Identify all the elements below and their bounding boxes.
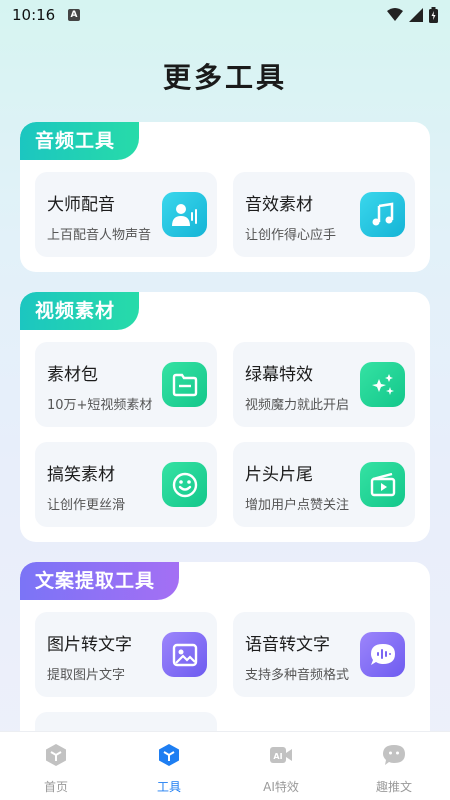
voice-person-icon <box>162 192 207 237</box>
tab-tools[interactable]: 工具 <box>113 732 225 800</box>
card-desc: 10万+短视频素材 <box>47 398 153 413</box>
card-desc: 提取图片文字 <box>47 668 126 683</box>
tool-card-master-dubbing[interactable]: 大师配音 上百配音人物声音 <box>35 172 217 257</box>
tab-label: 趣推文 <box>375 780 412 794</box>
section-title: 音频工具 <box>20 122 140 160</box>
card-desc: 让创作更丝滑 <box>47 498 126 513</box>
status-icons <box>387 7 438 23</box>
section-video-materials: 视频素材 素材包 10万+短视频素材 绿幕特效 视频魔力就此开启 搞笑素材 让创… <box>20 292 430 542</box>
status-time: 10:16 <box>12 6 56 24</box>
tool-card-green-screen[interactable]: 绿幕特效 视频魔力就此开启 <box>233 342 415 427</box>
signal-icon <box>409 8 423 22</box>
ai-camera-icon: AI <box>270 747 292 763</box>
tab-ai-effects[interactable]: AI AI特效 <box>225 732 337 800</box>
tool-card-image-to-text[interactable]: 图片转文字 提取图片文字 <box>35 612 217 697</box>
tool-card-material-pack[interactable]: 素材包 10万+短视频素材 <box>35 342 217 427</box>
card-desc: 视频魔力就此开启 <box>245 398 350 413</box>
card-desc: 上百配音人物声音 <box>47 228 152 243</box>
tab-label: 工具 <box>156 780 181 794</box>
tab-label: AI特效 <box>263 780 299 794</box>
tool-card-voice-to-text[interactable]: 语音转文字 支持多种音频格式 <box>233 612 415 697</box>
chat-face-icon <box>383 745 405 765</box>
card-title: 图片转文字 <box>47 635 132 655</box>
page-title: 更多工具 <box>162 61 287 94</box>
tool-card-intro-outro[interactable]: 片头片尾 增加用户点赞关注 <box>233 442 415 527</box>
card-title: 素材包 <box>47 365 98 385</box>
tab-home[interactable]: 首页 <box>0 732 112 800</box>
tool-card-sound-effects[interactable]: 音效素材 让创作得心应手 <box>233 172 415 257</box>
tab-fun-posts[interactable]: 趣推文 <box>338 732 450 800</box>
home-cube-icon <box>46 744 66 766</box>
folder-icon <box>162 362 207 407</box>
card-title: 搞笑素材 <box>47 465 115 485</box>
section-audio-tools: 音频工具 大师配音 上百配音人物声音 音效素材 让创作得心应手 <box>20 122 430 272</box>
card-title: 音效素材 <box>245 195 313 215</box>
tab-label: 首页 <box>43 780 68 794</box>
card-title: 大师配音 <box>47 195 115 215</box>
card-title: 语音转文字 <box>245 635 330 655</box>
card-desc: 支持多种音频格式 <box>245 668 350 683</box>
wifi-icon <box>387 8 403 21</box>
smile-icon <box>162 462 207 507</box>
voice-wave-icon <box>360 632 405 677</box>
section-title: 文案提取工具 <box>20 562 180 600</box>
status-bar: 10:16 A <box>0 0 450 30</box>
tools-cube-icon <box>159 744 179 766</box>
section-title: 视频素材 <box>20 292 140 330</box>
card-desc: 增加用户点赞关注 <box>245 498 350 513</box>
battery-icon <box>429 7 438 23</box>
tool-card-funny-materials[interactable]: 搞笑素材 让创作更丝滑 <box>35 442 217 527</box>
svg-text:AI: AI <box>273 752 282 761</box>
notification-a-icon: A <box>68 9 80 21</box>
bottom-tab-bar: 首页 工具 AI AI特效 趣推文 <box>0 731 450 800</box>
image-icon <box>162 632 207 677</box>
music-note-icon <box>360 192 405 237</box>
card-title: 绿幕特效 <box>245 365 313 385</box>
card-title: 片头片尾 <box>245 465 313 485</box>
card-desc: 让创作得心应手 <box>245 228 337 243</box>
stars-icon <box>360 362 405 407</box>
video-clip-icon <box>360 462 405 507</box>
